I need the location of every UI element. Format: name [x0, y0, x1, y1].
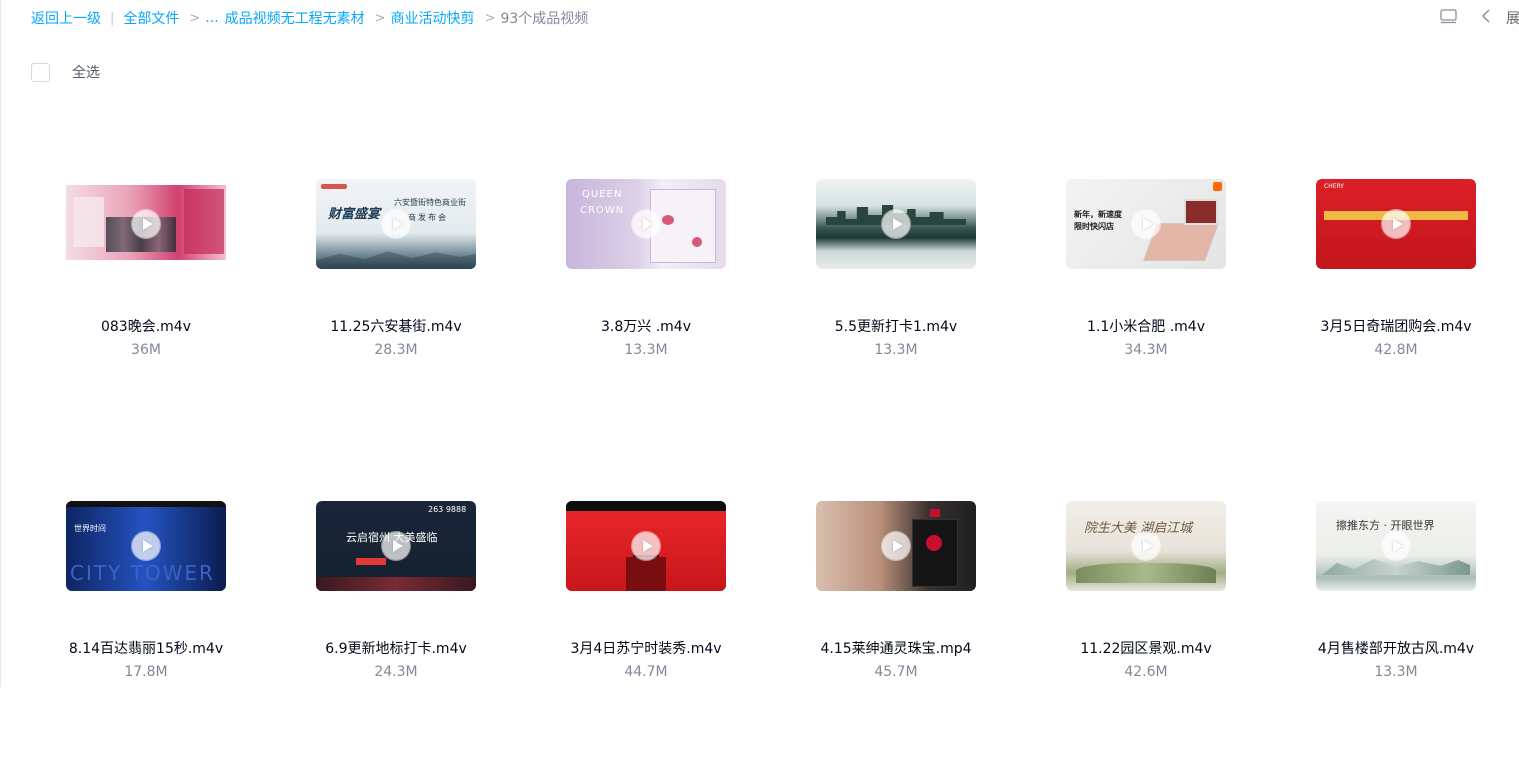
- file-name[interactable]: 5.5更新打卡1.m4v: [771, 316, 1021, 336]
- video-thumbnail[interactable]: 世界时间 CITY TOWER: [66, 501, 226, 591]
- list-view-icon[interactable]: [1440, 9, 1457, 24]
- chevron-left-icon[interactable]: [1481, 9, 1491, 23]
- breadcrumb-folder-videos[interactable]: 成品视频无工程无素材: [225, 8, 365, 28]
- file-size: 42.6M: [1124, 664, 1168, 680]
- file-item[interactable]: QUEEN CROWN 3.8万兴 .m4v 13.3M: [521, 120, 771, 442]
- breadcrumb-ellipsis[interactable]: ...: [205, 10, 218, 26]
- thumbnail-caption: 世界时间: [74, 524, 106, 533]
- play-icon: [1382, 210, 1410, 238]
- file-item[interactable]: 3月4日苏宁时装秀.m4v 44.7M: [521, 442, 771, 764]
- file-name[interactable]: 3.8万兴 .m4v: [521, 316, 771, 336]
- file-name[interactable]: 083晚会.m4v: [21, 316, 271, 336]
- play-icon: [882, 532, 910, 560]
- file-item[interactable]: 4.15莱绅通灵珠宝.mp4 45.7M: [771, 442, 1021, 764]
- file-name[interactable]: 11.25六安碁街.m4v: [271, 316, 521, 336]
- file-name[interactable]: 6.9更新地标打卡.m4v: [271, 638, 521, 658]
- thumbnail-caption: 限时快闪店: [1074, 222, 1114, 231]
- file-size: 17.8M: [124, 664, 168, 680]
- video-thumbnail[interactable]: 擦推东方 · 开眼世界: [1316, 501, 1476, 591]
- thumbnail-caption: 财富盛宴: [328, 207, 381, 222]
- file-item[interactable]: CHERY 3月5日奇瑞团购会.m4v 42.8M: [1271, 120, 1519, 442]
- file-name[interactable]: 3月4日苏宁时装秀.m4v: [521, 638, 771, 658]
- select-all-checkbox[interactable]: [31, 62, 50, 82]
- file-item[interactable]: 院生大美 湖启江城 11.22园区景观.m4v 42.6M: [1021, 442, 1271, 764]
- file-name[interactable]: 1.1小米合肥 .m4v: [1021, 316, 1271, 336]
- play-icon: [1132, 210, 1160, 238]
- breadcrumb-current: 93个成品视频: [500, 11, 589, 27]
- video-thumbnail[interactable]: 院生大美 湖启江城: [1066, 501, 1226, 591]
- file-grid-row: 083晚会.m4v 36M 财富盛宴 六安暨街特色商业街 商发布会 11.25六…: [21, 120, 1519, 442]
- file-size: 24.3M: [374, 664, 418, 680]
- file-name[interactable]: 3月5日奇瑞团购会.m4v: [1271, 316, 1519, 336]
- select-all-row: 全选: [31, 62, 100, 82]
- thumbnail-caption: CITY TOWER: [70, 561, 215, 585]
- video-thumbnail[interactable]: [566, 501, 726, 591]
- file-item[interactable]: 新年，新速度 限时快闪店 1.1小米合肥 .m4v 34.3M: [1021, 120, 1271, 442]
- breadcrumb-separator-icon: >: [374, 10, 386, 26]
- play-icon: [1382, 532, 1410, 560]
- play-icon: [382, 210, 410, 238]
- thumbnail-caption: CROWN: [580, 205, 625, 216]
- video-thumbnail[interactable]: 263 9888 云启宿州 大美盛临: [316, 501, 476, 591]
- file-item[interactable]: 财富盛宴 六安暨街特色商业街 商发布会 11.25六安碁街.m4v 28.3M: [271, 120, 521, 442]
- breadcrumb-separator-icon: >: [189, 10, 201, 26]
- video-thumbnail[interactable]: 新年，新速度 限时快闪店: [1066, 179, 1226, 269]
- thumbnail-caption: 263 9888: [428, 505, 467, 514]
- video-thumbnail[interactable]: [816, 179, 976, 269]
- play-icon: [632, 210, 660, 238]
- thumbnail-caption: QUEEN: [582, 189, 623, 200]
- thumbnail-caption: CHERY: [1324, 183, 1344, 190]
- play-icon: [132, 532, 160, 560]
- file-item[interactable]: 263 9888 云启宿州 大美盛临 6.9更新地标打卡.m4v 24.3M: [271, 442, 521, 764]
- play-icon: [1132, 532, 1160, 560]
- file-grid-row: 世界时间 CITY TOWER 8.14百达翡丽15秒.m4v 17.8M 26…: [21, 442, 1519, 764]
- file-item[interactable]: 擦推东方 · 开眼世界 4月售楼部开放古风.m4v 13.3M: [1271, 442, 1519, 764]
- file-size: 34.3M: [1124, 342, 1168, 358]
- video-thumbnail[interactable]: [816, 501, 976, 591]
- file-name[interactable]: 8.14百达翡丽15秒.m4v: [21, 638, 271, 658]
- file-name[interactable]: 11.22园区景观.m4v: [1021, 638, 1271, 658]
- play-icon: [632, 532, 660, 560]
- file-size: 28.3M: [374, 342, 418, 358]
- thumbnail-caption: 六安暨街特色商业街: [394, 198, 466, 207]
- breadcrumb-divider: |: [110, 10, 115, 26]
- breadcrumb-all-files[interactable]: 全部文件: [123, 8, 179, 28]
- expand-panel-label[interactable]: 展: [1506, 8, 1519, 28]
- file-size: 13.3M: [624, 342, 668, 358]
- file-size: 13.3M: [1374, 664, 1418, 680]
- file-item[interactable]: 083晚会.m4v 36M: [21, 120, 271, 442]
- breadcrumb-folder-commercial[interactable]: 商业活动快剪: [391, 8, 475, 28]
- thumbnail-caption: 新年，新速度: [1074, 210, 1122, 219]
- thumbnail-caption: 商发布会: [408, 213, 448, 222]
- file-size: 13.3M: [874, 342, 918, 358]
- play-icon: [132, 210, 160, 238]
- play-icon: [882, 210, 910, 238]
- video-thumbnail[interactable]: CHERY: [1316, 179, 1476, 269]
- video-thumbnail[interactable]: QUEEN CROWN: [566, 179, 726, 269]
- play-icon: [382, 532, 410, 560]
- back-link[interactable]: 返回上一级: [31, 8, 101, 28]
- file-size: 36M: [131, 342, 161, 358]
- file-item[interactable]: 世界时间 CITY TOWER 8.14百达翡丽15秒.m4v 17.8M: [21, 442, 271, 764]
- file-size: 42.8M: [1374, 342, 1418, 358]
- file-name[interactable]: 4.15莱绅通灵珠宝.mp4: [771, 638, 1021, 658]
- thumbnail-caption: 擦推东方 · 开眼世界: [1336, 519, 1435, 532]
- file-item[interactable]: 5.5更新打卡1.m4v 13.3M: [771, 120, 1021, 442]
- select-all-label[interactable]: 全选: [72, 62, 100, 82]
- panel-left-border: [0, 0, 1, 687]
- file-name[interactable]: 4月售楼部开放古风.m4v: [1271, 638, 1519, 658]
- breadcrumb-separator-icon: >: [484, 10, 496, 26]
- breadcrumb: 返回上一级 | 全部文件 > ... 成品视频无工程无素材 > 商业活动快剪 >…: [31, 8, 588, 28]
- file-grid: 083晚会.m4v 36M 财富盛宴 六安暨街特色商业街 商发布会 11.25六…: [21, 120, 1519, 764]
- file-size: 44.7M: [624, 664, 668, 680]
- video-thumbnail[interactable]: 财富盛宴 六安暨街特色商业街 商发布会: [316, 179, 476, 269]
- video-thumbnail[interactable]: [66, 179, 226, 269]
- file-size: 45.7M: [874, 664, 918, 680]
